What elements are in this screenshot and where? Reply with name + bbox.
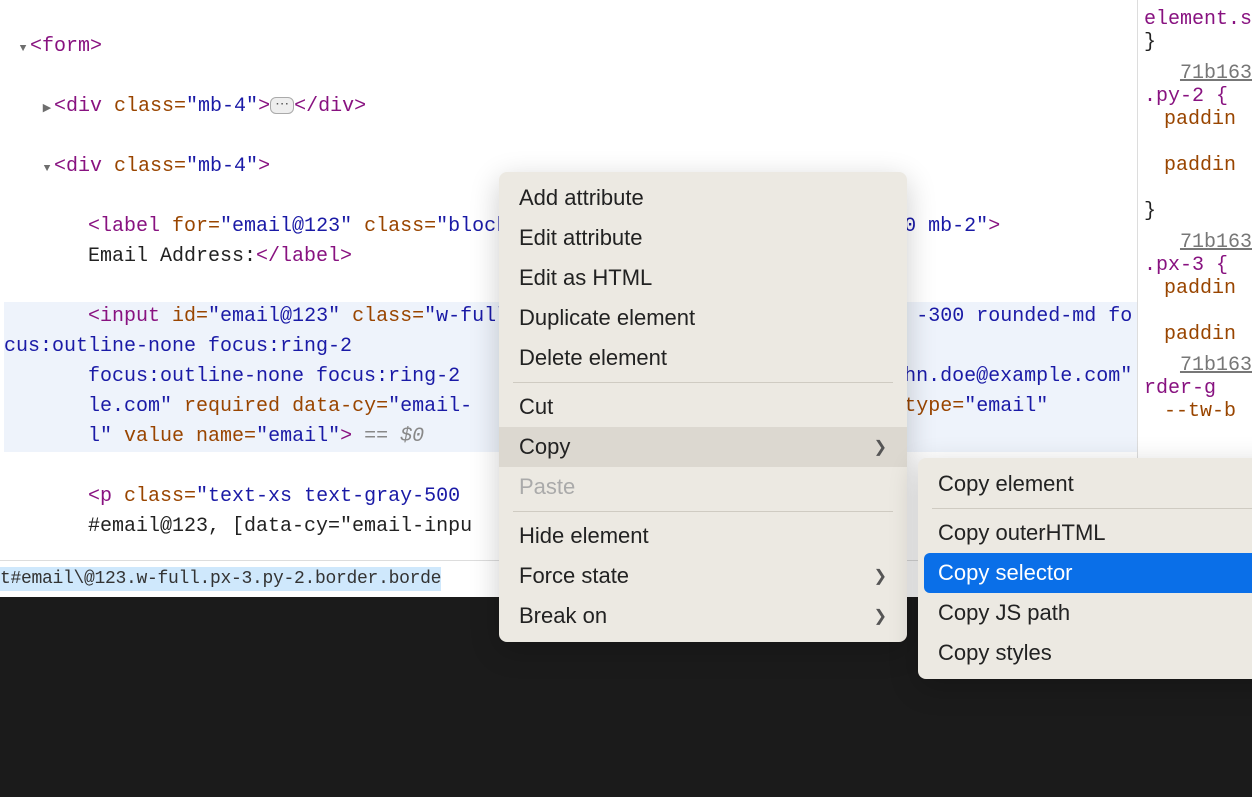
menu-add-attribute[interactable]: Add attribute — [499, 178, 907, 218]
menu-delete[interactable]: Delete element — [499, 338, 907, 378]
menu-separator — [513, 511, 893, 512]
menu-edit-attribute[interactable]: Edit attribute — [499, 218, 907, 258]
chevron-right-icon: ❯ — [874, 606, 887, 626]
menu-paste: Paste — [499, 467, 907, 507]
copy-submenu: Copy element Copy outerHTML Copy selecto… — [918, 458, 1252, 679]
submenu-copy-jspath[interactable]: Copy JS path — [918, 593, 1252, 633]
tag-form[interactable]: <form> — [30, 35, 102, 58]
menu-separator — [513, 382, 893, 383]
menu-force-state[interactable]: Force state❯ — [499, 556, 907, 596]
submenu-copy-element[interactable]: Copy element — [918, 464, 1252, 504]
menu-duplicate[interactable]: Duplicate element — [499, 298, 907, 338]
submenu-copy-outerhtml[interactable]: Copy outerHTML — [918, 513, 1252, 553]
chevron-right-icon: ❯ — [874, 566, 887, 586]
chevron-right-icon: ❯ — [874, 437, 887, 457]
stylesheet-link[interactable]: 71b163 — [1180, 62, 1252, 85]
context-menu: Add attribute Edit attribute Edit as HTM… — [499, 172, 907, 642]
menu-copy[interactable]: Copy❯ — [499, 427, 907, 467]
submenu-copy-selector[interactable]: Copy selector — [924, 553, 1252, 593]
menu-break-on[interactable]: Break on❯ — [499, 596, 907, 636]
expand-arrow-icon[interactable] — [16, 32, 30, 62]
menu-edit-html[interactable]: Edit as HTML — [499, 258, 907, 298]
menu-hide[interactable]: Hide element — [499, 516, 907, 556]
expand-arrow-icon[interactable] — [40, 152, 54, 182]
menu-cut[interactable]: Cut — [499, 387, 907, 427]
stylesheet-link[interactable]: 71b163 — [1180, 231, 1252, 254]
expand-arrow-icon[interactable] — [40, 92, 54, 122]
menu-separator — [932, 508, 1252, 509]
submenu-copy-styles[interactable]: Copy styles — [918, 633, 1252, 673]
ellipsis-icon[interactable]: ⋯ — [270, 97, 294, 114]
stylesheet-link[interactable]: 71b163 — [1180, 354, 1252, 377]
